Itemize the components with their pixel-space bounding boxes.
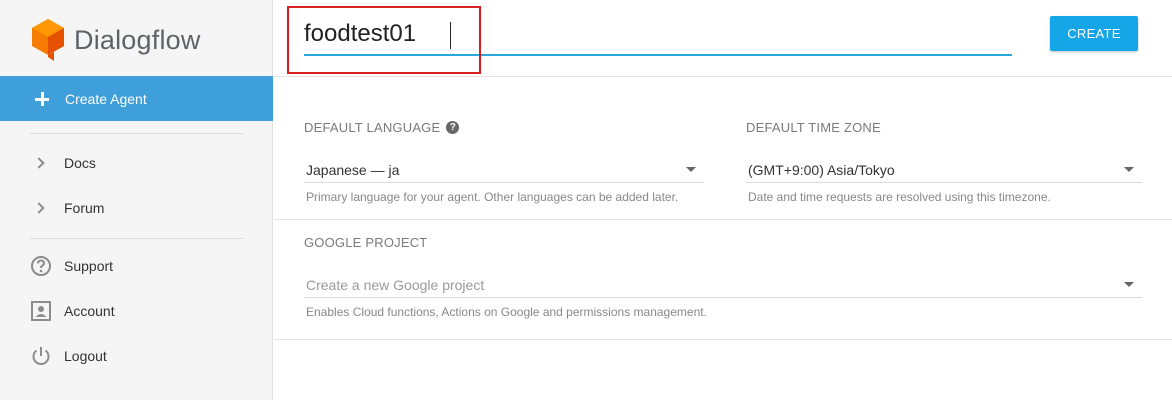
- default-timezone-hint: Date and time requests are resolved usin…: [748, 190, 1051, 204]
- sidebar: Dialogflow Create Agent Docs Forum Suppo…: [0, 0, 273, 400]
- google-project-label: GOOGLE PROJECT: [304, 235, 427, 250]
- help-icon[interactable]: ?: [446, 121, 460, 134]
- sidebar-item-label: Logout: [64, 348, 107, 364]
- help-circle-icon: [30, 255, 52, 277]
- default-timezone-label-text: DEFAULT TIME ZONE: [746, 120, 881, 135]
- sidebar-item-label: Forum: [64, 200, 105, 216]
- google-project-select[interactable]: Create a new Google project: [304, 272, 1142, 298]
- create-agent-label: Create Agent: [65, 90, 147, 107]
- divider: [274, 219, 1172, 220]
- default-language-value: Japanese — ja: [306, 161, 400, 178]
- sidebar-item-logout[interactable]: Logout: [0, 336, 273, 376]
- main-panel: CREATE DEFAULT LANGUAGE ? Japanese — ja …: [274, 0, 1172, 400]
- highlight-box: [287, 6, 481, 74]
- brand-name: Dialogflow: [74, 24, 201, 55]
- divider: [30, 133, 243, 134]
- sidebar-item-label: Docs: [64, 155, 96, 171]
- divider: [274, 339, 1172, 340]
- account-icon: [30, 300, 52, 322]
- google-project-hint: Enables Cloud functions, Actions on Goog…: [306, 305, 707, 319]
- sidebar-item-support[interactable]: Support: [0, 246, 273, 286]
- divider: [30, 238, 243, 239]
- default-language-label-text: DEFAULT LANGUAGE: [304, 120, 441, 135]
- sidebar-item-label: Account: [64, 303, 115, 319]
- sidebar-item-docs[interactable]: Docs: [0, 143, 273, 183]
- chevron-right-icon: [30, 197, 52, 219]
- dropdown-arrow-icon: [1124, 167, 1134, 172]
- dropdown-arrow-icon: [686, 167, 696, 172]
- default-language-hint: Primary language for your agent. Other l…: [306, 190, 679, 204]
- divider: [274, 76, 1172, 77]
- dropdown-arrow-icon: [1124, 282, 1134, 287]
- sidebar-item-account[interactable]: Account: [0, 291, 273, 331]
- google-project-label-text: GOOGLE PROJECT: [304, 235, 428, 250]
- create-agent-button[interactable]: Create Agent: [0, 76, 273, 121]
- plus-icon: [35, 91, 49, 106]
- default-language-label: DEFAULT LANGUAGE ?: [304, 120, 460, 135]
- default-timezone-select[interactable]: (GMT+9:00) Asia/Tokyo: [746, 157, 1142, 183]
- power-icon: [30, 345, 52, 367]
- sidebar-item-forum[interactable]: Forum: [0, 188, 273, 228]
- google-project-placeholder: Create a new Google project: [306, 276, 485, 293]
- default-language-select[interactable]: Japanese — ja: [304, 157, 704, 183]
- chevron-right-icon: [30, 152, 52, 174]
- dialogflow-logo-icon: [32, 19, 64, 61]
- sidebar-item-label: Support: [64, 258, 114, 274]
- logo[interactable]: Dialogflow: [30, 16, 201, 64]
- create-button[interactable]: CREATE: [1050, 16, 1138, 51]
- default-timezone-value: (GMT+9:00) Asia/Tokyo: [748, 161, 895, 178]
- default-timezone-label: DEFAULT TIME ZONE: [746, 120, 881, 135]
